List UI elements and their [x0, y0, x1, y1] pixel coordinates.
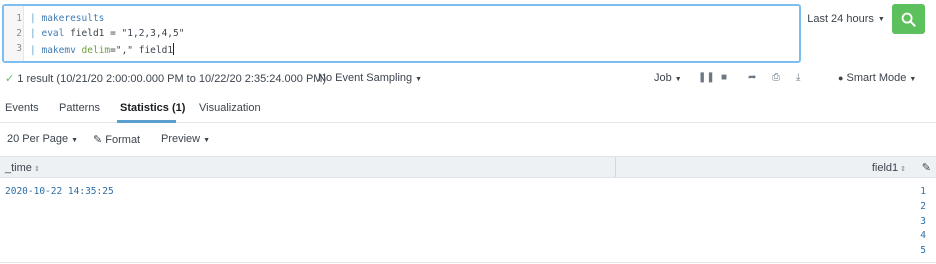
pencil-icon[interactable]: ✎: [922, 161, 931, 174]
search-button[interactable]: [892, 4, 925, 34]
results-toolbar: 20 Per Page ▼ ✎ Format Preview ▼: [0, 124, 936, 154]
command-token: makemv: [41, 45, 76, 56]
field-value[interactable]: 1: [906, 185, 926, 200]
pencil-icon: ✎: [93, 134, 103, 146]
search-line[interactable]: | makemv delim="," field1: [30, 43, 175, 56]
job-menu[interactable]: Job ▼: [654, 72, 682, 84]
pause-icon[interactable]: ❚❚: [698, 72, 715, 83]
chevron-down-icon: ▼: [203, 137, 211, 144]
chevron-down-icon: ▼: [71, 137, 79, 144]
line-number-gutter: 1 2 3: [4, 6, 24, 61]
column-divider: [615, 157, 616, 177]
preview-dropdown[interactable]: Preview ▼: [161, 133, 210, 145]
share-icon[interactable]: ➦: [748, 72, 756, 83]
command-token: eval: [41, 28, 65, 39]
export-icon[interactable]: ⤓: [796, 72, 800, 83]
tab-patterns[interactable]: Patterns: [59, 102, 100, 114]
argument-token: delim: [81, 45, 111, 56]
check-icon: ✓: [5, 73, 15, 85]
chevron-down-icon: ▼: [674, 76, 682, 83]
search-line[interactable]: | makeresults: [30, 13, 104, 24]
per-page-dropdown[interactable]: 20 Per Page ▼: [7, 133, 78, 145]
search-line[interactable]: | eval field1 = "1,2,3,4,5": [30, 28, 184, 39]
search-mode-dropdown[interactable]: ● Smart Mode ▼: [838, 72, 916, 84]
sort-icon: ⇕: [33, 166, 40, 173]
table-divider: [0, 262, 936, 263]
tab-events[interactable]: Events: [5, 102, 39, 114]
table-header: _time ⇕ field1 ⇕ ✎: [0, 156, 936, 178]
tab-visualization[interactable]: Visualization: [199, 102, 261, 114]
sort-icon: ⇕: [900, 166, 906, 173]
text-cursor: [173, 43, 175, 55]
field-value[interactable]: 4: [906, 229, 926, 244]
chevron-down-icon: ▼: [909, 76, 917, 83]
search-icon: [901, 12, 916, 27]
line-number: 2: [16, 28, 22, 39]
bulb-icon: ●: [838, 73, 844, 83]
result-summary: ✓ 1 result (10/21/20 2:00:00.000 PM to 1…: [5, 73, 327, 85]
field-value[interactable]: 2: [906, 200, 926, 215]
search-editor[interactable]: 1 2 3 | makeresults | eval field1 = "1,2…: [2, 4, 801, 63]
field-value[interactable]: 3: [906, 215, 926, 230]
line-number: 3: [16, 43, 22, 54]
results-tabs: Events Patterns Statistics (1) Visualiza…: [0, 96, 936, 123]
field-value[interactable]: 5: [906, 244, 926, 259]
table-cell-field1: 1 2 3 4 5: [906, 185, 926, 259]
time-range-picker[interactable]: Last 24 hours ▼: [803, 4, 889, 34]
chevron-down-icon: ▼: [877, 15, 885, 23]
tab-statistics[interactable]: Statistics (1): [120, 102, 185, 114]
column-header-field1[interactable]: field1 ⇕: [872, 162, 906, 174]
table-cell-time[interactable]: 2020-10-22 14:35:25: [5, 186, 114, 197]
event-sampling-dropdown[interactable]: No Event Sampling ▼: [318, 72, 422, 84]
active-tab-indicator: [117, 120, 176, 123]
stop-icon[interactable]: ■: [721, 72, 727, 83]
job-status-bar: ✓ 1 result (10/21/20 2:00:00.000 PM to 1…: [0, 68, 936, 90]
format-button[interactable]: ✎ Format: [93, 133, 140, 146]
command-token: makeresults: [41, 13, 105, 24]
time-range-label: Last 24 hours: [807, 13, 874, 25]
chevron-down-icon: ▼: [415, 76, 423, 83]
print-icon[interactable]: ⎙: [772, 72, 780, 83]
column-header-time[interactable]: _time ⇕: [5, 162, 40, 174]
line-number: 1: [16, 13, 22, 24]
